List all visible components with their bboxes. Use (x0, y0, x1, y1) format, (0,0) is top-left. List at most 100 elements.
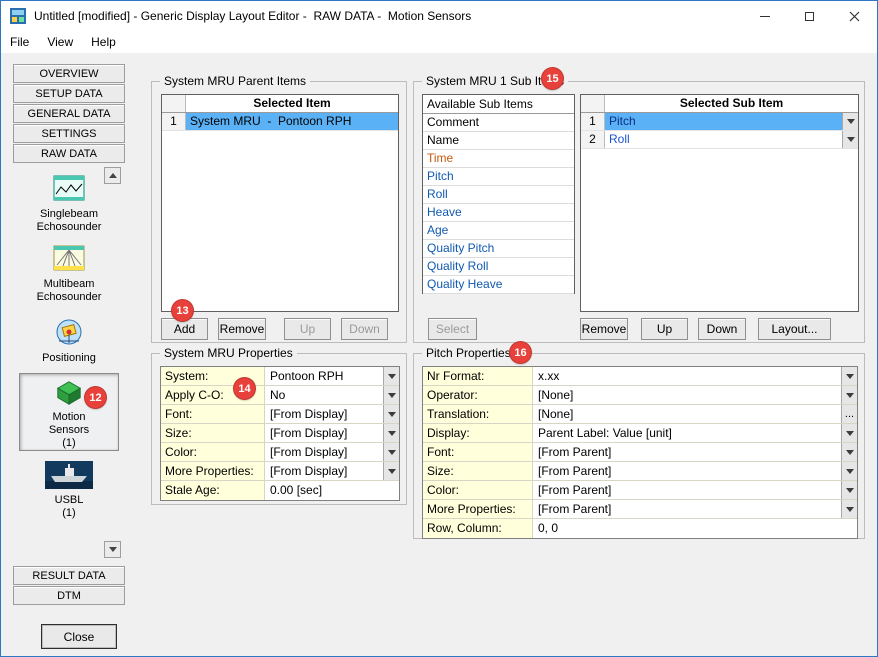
dropdown-arrow-icon[interactable] (842, 113, 858, 130)
size-dropdown[interactable]: [From Parent] (533, 462, 857, 480)
property-value: [From Parent] (533, 462, 841, 480)
apply-co-dropdown[interactable]: No (265, 386, 399, 404)
title-bar: Untitled [modified] - Generic Display La… (1, 1, 877, 31)
sidebar-item-multibeam-echosounder[interactable]: Multibeam Echosounder (19, 241, 119, 305)
layout-button[interactable]: Layout... (758, 318, 831, 340)
arrow-down-icon (388, 431, 396, 436)
step-badge-12: 12 (85, 387, 106, 408)
dropdown-arrow-icon[interactable] (841, 481, 857, 499)
list-item[interactable]: Quality Pitch (423, 240, 574, 258)
dropdown-arrow-icon[interactable] (383, 367, 399, 385)
table-row[interactable]: 1 Pitch (581, 113, 858, 131)
dropdown-arrow-icon[interactable] (383, 424, 399, 442)
sidebar-item-singlebeam-echosounder[interactable]: Singlebeam Echosounder (19, 171, 119, 235)
operator-dropdown[interactable]: [None] (533, 386, 857, 404)
property-value: [From Parent] (533, 481, 841, 499)
nr-format-dropdown[interactable]: x.xx (533, 367, 857, 385)
window: Untitled [modified] - Generic Display La… (0, 0, 878, 657)
table-empty-area (581, 149, 858, 311)
arrow-down-icon (846, 507, 854, 512)
remove-subitem-button[interactable]: Remove (580, 318, 628, 340)
list-item[interactable]: Heave (423, 204, 574, 222)
maximize-icon (805, 12, 814, 21)
dropdown-arrow-icon[interactable] (841, 443, 857, 461)
color-dropdown[interactable]: [From Parent] (533, 481, 857, 499)
property-label: Size: (161, 424, 265, 442)
sidebar-item-raw-data[interactable]: RAW DATA (13, 144, 125, 163)
property-label: Row, Column: (423, 519, 533, 538)
property-value: 0, 0 (533, 519, 857, 538)
system-dropdown[interactable]: Pontoon RPH (265, 367, 399, 385)
add-button[interactable]: Add (161, 318, 208, 340)
color-dropdown[interactable]: [From Display] (265, 443, 399, 461)
table-row[interactable]: 1 System MRU - Pontoon RPH (162, 113, 398, 131)
up-subitem-button[interactable]: Up (641, 318, 688, 340)
select-button: Select (428, 318, 477, 340)
list-item[interactable]: Comment (423, 114, 574, 132)
property-label: Font: (423, 443, 533, 461)
property-row: Row, Column: 0, 0 (423, 519, 857, 538)
property-value: [From Display] (265, 443, 383, 461)
sidebar-item-motion-sensors[interactable]: Motion Sensors (1) (19, 373, 119, 451)
down-subitem-button[interactable]: Down (698, 318, 746, 340)
pitch-properties-group: Pitch Properties 16 Nr Format: x.xx Oper… (413, 353, 865, 539)
display-dropdown[interactable]: Parent Label: Value [unit] (533, 424, 857, 442)
menu-file[interactable]: File (1, 32, 38, 52)
size-dropdown[interactable]: [From Display] (265, 424, 399, 442)
list-item[interactable]: Roll (423, 186, 574, 204)
stale-age-field[interactable]: 0.00 [sec] (265, 481, 399, 500)
table-header: Selected Item (162, 95, 398, 113)
column-header: Selected Sub Item (605, 95, 858, 112)
list-item[interactable]: Quality Roll (423, 258, 574, 276)
dropdown-arrow-icon[interactable] (842, 131, 858, 148)
sidebar-item-positioning[interactable]: Positioning (19, 313, 119, 371)
sidebar-item-result-data[interactable]: RESULT DATA (13, 566, 125, 585)
more-properties-dropdown[interactable]: [From Display] (265, 462, 399, 480)
multibeam-echosounder-icon (53, 245, 85, 273)
dropdown-arrow-icon[interactable] (383, 443, 399, 461)
dropdown-arrow-icon[interactable] (383, 462, 399, 480)
dropdown-arrow-icon[interactable] (841, 500, 857, 518)
scroll-down-button[interactable] (104, 541, 121, 558)
remove-button[interactable]: Remove (218, 318, 266, 340)
menu-view[interactable]: View (38, 32, 82, 52)
list-item[interactable]: Name (423, 132, 574, 150)
property-label: Translation: (423, 405, 533, 423)
minimize-button[interactable] (742, 1, 787, 31)
font-dropdown[interactable]: [From Display] (265, 405, 399, 423)
sensor-label: Multibeam (44, 278, 95, 291)
ellipsis-button[interactable]: ... (841, 405, 857, 423)
property-row: Stale Age: 0.00 [sec] (161, 481, 399, 500)
group-title: System MRU Properties (160, 346, 297, 360)
row-column-field[interactable]: 0, 0 (533, 519, 857, 538)
dropdown-arrow-icon[interactable] (383, 405, 399, 423)
sidebar-item-dtm[interactable]: DTM (13, 586, 125, 605)
dropdown-arrow-icon[interactable] (841, 386, 857, 404)
sidebar-item-setup-data[interactable]: SETUP DATA (13, 84, 125, 103)
list-item[interactable]: Quality Heave (423, 276, 574, 294)
sidebar-item-settings[interactable]: SETTINGS (13, 124, 125, 143)
more-properties-dropdown[interactable]: [From Parent] (533, 500, 857, 518)
translation-field[interactable]: [None] ... (533, 405, 857, 423)
dropdown-arrow-icon[interactable] (383, 386, 399, 404)
dropdown-arrow-icon[interactable] (841, 424, 857, 442)
menu-help[interactable]: Help (82, 32, 125, 52)
row-number-header (581, 95, 605, 112)
font-dropdown[interactable]: [From Parent] (533, 443, 857, 461)
property-label: Size: (423, 462, 533, 480)
maximize-button[interactable] (787, 1, 832, 31)
property-value: x.xx (533, 367, 841, 385)
sidebar-item-general-data[interactable]: GENERAL DATA (13, 104, 125, 123)
list-item[interactable]: Age (423, 222, 574, 240)
table-header: Selected Sub Item (581, 95, 858, 113)
dropdown-arrow-icon[interactable] (841, 367, 857, 385)
menu-bar: File View Help (1, 31, 877, 53)
sidebar-item-usbl[interactable]: USBL (1) (19, 457, 119, 525)
table-row[interactable]: 2 Roll (581, 131, 858, 149)
sidebar-item-overview[interactable]: OVERVIEW (13, 64, 125, 83)
list-item[interactable]: Pitch (423, 168, 574, 186)
dropdown-arrow-icon[interactable] (841, 462, 857, 480)
close-button[interactable]: Close (41, 624, 117, 649)
list-item[interactable]: Time (423, 150, 574, 168)
close-window-button[interactable] (832, 1, 877, 31)
